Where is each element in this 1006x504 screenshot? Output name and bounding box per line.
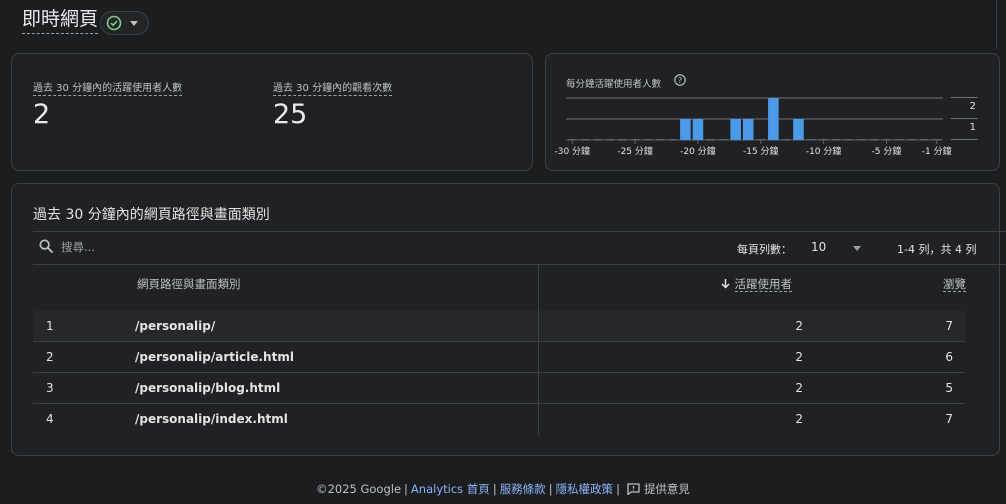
- x-tick-label: -5 分鐘: [872, 145, 902, 157]
- x-tick-label: -1 分鐘: [922, 145, 952, 157]
- row-index: 1: [46, 319, 54, 333]
- row-index: 4: [46, 412, 54, 426]
- page-path: /personalip/blog.html: [135, 381, 281, 395]
- metric-views: 過去 30 分鐘內的觀看次數 25: [273, 76, 393, 130]
- column-header-dimension[interactable]: 網頁路徑與畫面類別: [137, 276, 241, 292]
- metric-value: 25: [273, 99, 308, 130]
- page-path: /personalip/article.html: [135, 350, 294, 364]
- page-header: 即時網頁: [0, 0, 1006, 48]
- bar: [680, 119, 691, 140]
- table-row[interactable]: 2 /personalip/article.html 2 6: [33, 342, 965, 373]
- footer: ©2025 Google | Analytics 首頁 | 服務條款 | 隱私權政策 | 提供…: [316, 482, 690, 496]
- active-users-value: 2: [795, 350, 803, 364]
- analytics-home-link[interactable]: Analytics 首頁: [411, 482, 490, 496]
- row-index: 3: [46, 381, 54, 395]
- x-tick-label: -20 分鐘: [680, 145, 716, 157]
- views-value: 7: [945, 319, 953, 333]
- chevron-down-icon: [130, 21, 138, 26]
- copyright: ©2025 Google: [316, 482, 402, 496]
- page-title: 即時網頁: [22, 8, 99, 34]
- privacy-link[interactable]: 隱私權政策: [556, 482, 614, 496]
- metric-active-users: 過去 30 分鐘內的活躍使用者人數 2: [33, 76, 183, 130]
- column-header-active-users[interactable]: 活躍使用者: [720, 276, 792, 292]
- metrics-card: 過去 30 分鐘內的活躍使用者人數 2 過去 30 分鐘內的觀看次數 25: [11, 53, 533, 171]
- y-tick-label: 1: [970, 122, 976, 133]
- rows-per-page-select[interactable]: 10: [811, 240, 866, 258]
- active-users-value: 2: [795, 381, 803, 395]
- table-title: 過去 30 分鐘內的網頁路徑與畫面類別: [33, 207, 270, 223]
- bar: [793, 119, 804, 140]
- bar: [692, 119, 704, 140]
- divider: [996, 0, 997, 48]
- bar: [730, 119, 741, 140]
- metric-label[interactable]: 過去 30 分鐘內的觀看次數: [273, 79, 393, 96]
- y-tick-label: 2: [970, 101, 976, 112]
- divider: [33, 264, 1006, 265]
- active-users-value: 2: [795, 412, 803, 426]
- metric-value: 2: [33, 99, 51, 130]
- feedback-icon[interactable]: [627, 483, 640, 495]
- search-icon: [39, 239, 53, 253]
- feedback-link[interactable]: 提供意見: [644, 482, 690, 496]
- chevron-down-icon: [853, 246, 861, 251]
- divider: [33, 231, 1006, 232]
- views-value: 7: [945, 412, 953, 426]
- bar: [768, 98, 779, 140]
- rows-per-page-value: 10: [811, 240, 827, 254]
- page-path: /personalip/index.html: [135, 412, 288, 426]
- metric-label[interactable]: 過去 30 分鐘內的活躍使用者人數: [33, 79, 183, 96]
- x-tick-label: -10 分鐘: [806, 145, 842, 157]
- table-row[interactable]: 4 /personalip/index.html 2 7: [33, 404, 965, 435]
- page-path: /personalip/: [135, 319, 216, 333]
- chart-card: 每分鐘活躍使用者人數 ? 2 1 -30 分鐘 -25 分鐘 -20 分鐘 -15 分鐘 -…: [545, 53, 1000, 171]
- terms-link[interactable]: 服務條款: [500, 482, 546, 496]
- table-row[interactable]: 3 /personalip/blog.html 2 5: [33, 373, 965, 404]
- active-users-value: 2: [795, 319, 803, 333]
- x-tick-label: -25 分鐘: [617, 145, 653, 157]
- rows-per-page-label: 每頁列數：: [737, 243, 792, 256]
- status-dropdown[interactable]: [100, 11, 149, 35]
- table-row[interactable]: 1 /personalip/ 2 7: [33, 311, 965, 342]
- column-header-views[interactable]: 瀏覽: [943, 276, 966, 292]
- table-card: 過去 30 分鐘內的網頁路徑與畫面類別 每頁列數： 10 1-4 列，共 4 列…: [11, 183, 1006, 456]
- arrow-down-icon: [720, 279, 730, 289]
- bar: [742, 119, 754, 140]
- bar-chart: 2 1 -30 分鐘 -25 分鐘 -20 分鐘 -15 分鐘 -10 分鐘 -5 分鐘 -1 …: [555, 97, 978, 157]
- views-value: 6: [945, 350, 953, 364]
- column-divider: [538, 264, 539, 435]
- search-input[interactable]: [61, 237, 261, 257]
- check-circle-icon: [106, 15, 122, 31]
- row-index: 2: [46, 350, 54, 364]
- x-tick-label: -30 分鐘: [555, 145, 591, 157]
- x-tick-label: -15 分鐘: [743, 145, 779, 157]
- pagination-info: 1-4 列，共 4 列: [897, 243, 977, 256]
- views-value: 5: [945, 381, 953, 395]
